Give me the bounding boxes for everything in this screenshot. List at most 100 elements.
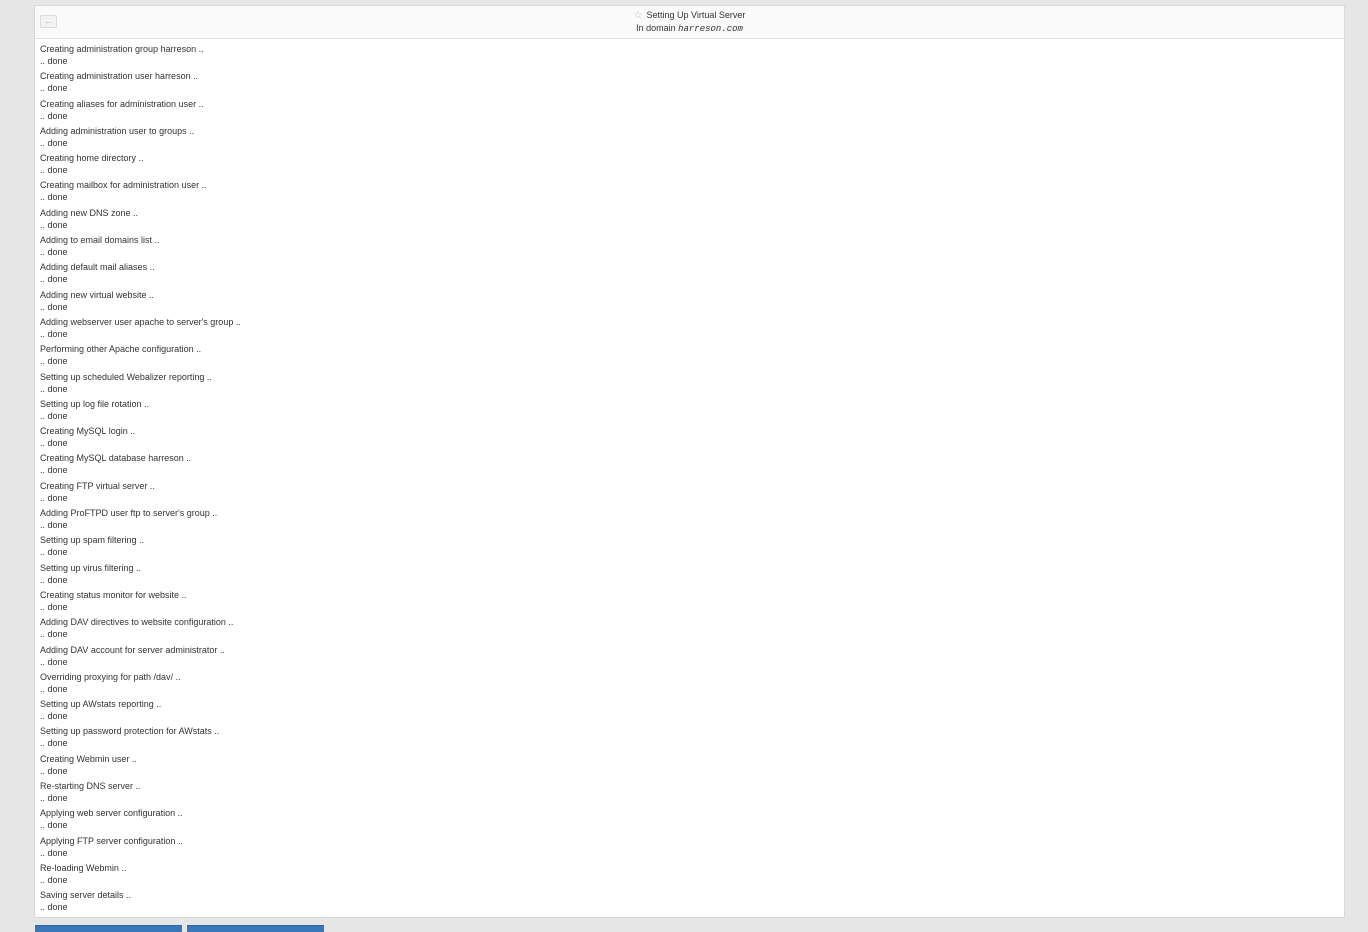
log-entry: Adding webserver user apache to server's… xyxy=(40,316,1339,343)
log-status-text: .. done xyxy=(40,110,68,121)
log-action-text: Performing other Apache configuration .. xyxy=(40,344,202,355)
log-entry: Creating home directory .... done xyxy=(40,152,1339,179)
log-entry: Creating MySQL login .... done xyxy=(40,425,1339,452)
log-entry: Setting up virus filtering .... done xyxy=(40,562,1339,589)
log-status-text: .. done xyxy=(40,438,68,449)
log-status-text: .. done xyxy=(40,765,68,776)
log-action-text: Re-loading Webmin .. xyxy=(40,862,127,873)
log-entry: Applying web server configuration .... d… xyxy=(40,807,1339,834)
log-action-text: Adding administration user to groups .. xyxy=(40,125,195,136)
log-entry: Setting up AWstats reporting .... done xyxy=(40,698,1339,725)
log-action-text: Setting up AWstats reporting .. xyxy=(40,699,162,710)
log-entry: Adding DAV directives to website configu… xyxy=(40,616,1339,643)
title-block: ☆ Setting Up Virtual Server In domain har… xyxy=(35,9,1344,35)
log-status-text: .. done xyxy=(40,328,68,339)
log-entry: Creating administration group harreson .… xyxy=(40,43,1339,70)
star-icon[interactable]: ☆ xyxy=(634,10,643,21)
log-entry: Performing other Apache configuration ..… xyxy=(40,343,1339,370)
log-action-text: Re-starting DNS server .. xyxy=(40,781,141,792)
log-entry: Setting up spam filtering .... done xyxy=(40,534,1339,561)
log-action-text: Creating Webmin user .. xyxy=(40,753,137,764)
log-status-text: .. done xyxy=(40,629,68,640)
log-action-text: Applying web server configuration .. xyxy=(40,808,183,819)
log-status-text: .. done xyxy=(40,83,68,94)
log-status-text: .. done xyxy=(40,547,68,558)
log-action-text: Adding DAV account for server administra… xyxy=(40,644,225,655)
log-action-text: Adding to email domains list .. xyxy=(40,235,160,246)
log-action-text: Creating MySQL login .. xyxy=(40,426,136,437)
log-entry: Adding default mail aliases .... done xyxy=(40,261,1339,288)
content-panel: ← ☆ Setting Up Virtual Server In domain h… xyxy=(34,5,1345,918)
log-entry: Adding to email domains list .... done xyxy=(40,234,1339,261)
log-status-text: .. done xyxy=(40,656,68,667)
log-status-text: .. done xyxy=(40,902,68,913)
log-status-text: .. done xyxy=(40,301,68,312)
log-action-text: Creating home directory .. xyxy=(40,153,144,164)
log-status-text: .. done xyxy=(40,711,68,722)
log-status-text: .. done xyxy=(40,683,68,694)
log-action-text: Creating status monitor for website .. xyxy=(40,589,187,600)
log-action-text: Saving server details .. xyxy=(40,890,132,901)
log-status-text: .. done xyxy=(40,738,68,749)
log-action-text: Setting up virus filtering .. xyxy=(40,562,142,573)
log-status-text: .. done xyxy=(40,847,68,858)
progress-log: Creating administration group harreson .… xyxy=(40,43,1339,917)
log-entry: Saving server details .... done xyxy=(40,889,1339,916)
log-status-text: .. done xyxy=(40,274,68,285)
log-action-text: Setting up spam filtering .. xyxy=(40,535,145,546)
log-entry: Creating MySQL database harreson .... do… xyxy=(40,452,1339,479)
log-entry: Adding administration user to groups ...… xyxy=(40,125,1339,152)
log-action-text: Adding default mail aliases .. xyxy=(40,262,155,273)
log-status-text: .. done xyxy=(40,192,68,203)
log-action-text: Adding webserver user apache to server's… xyxy=(40,316,241,327)
log-status-text: .. done xyxy=(40,219,68,230)
log-action-text: Creating administration group harreson .… xyxy=(40,44,204,54)
log-action-text: Setting up scheduled Webalizer reporting… xyxy=(40,371,212,382)
log-entry: Overriding proxying for path /dav/ .... … xyxy=(40,671,1339,698)
page-title: Setting Up Virtual Server xyxy=(646,10,746,20)
subtitle-prefix: In domain xyxy=(636,23,676,33)
log-action-text: Adding new virtual website .. xyxy=(40,289,155,300)
log-entry: Adding ProFTPD user ftp to server's grou… xyxy=(40,507,1339,534)
log-action-text: Creating aliases for administration user… xyxy=(40,98,204,109)
log-status-text: .. done xyxy=(40,601,68,612)
log-action-text: Creating MySQL database harreson .. xyxy=(40,453,192,464)
log-action-text: Creating FTP virtual server .. xyxy=(40,480,155,491)
log-action-text: Applying FTP server configuration .. xyxy=(40,835,183,846)
log-action-text: Creating mailbox for administration user… xyxy=(40,180,207,191)
log-status-text: .. done xyxy=(40,165,68,176)
log-action-text: Adding DAV directives to website configu… xyxy=(40,617,234,628)
log-status-text: .. done xyxy=(40,793,68,804)
log-status-text: .. done xyxy=(40,492,68,503)
log-entry: Creating aliases for administration user… xyxy=(40,98,1339,125)
domain-name: harreson.com xyxy=(678,24,743,34)
log-entry: Adding DAV account for server administra… xyxy=(40,644,1339,671)
log-status-text: .. done xyxy=(40,356,68,367)
log-entry: Re-starting DNS server .... done xyxy=(40,780,1339,807)
log-action-text: Setting up password protection for AWsta… xyxy=(40,726,220,737)
log-entry: Setting up scheduled Webalizer reporting… xyxy=(40,371,1339,398)
log-action-text: Adding new DNS zone .. xyxy=(40,207,139,218)
log-entry: Creating administration user harreson ..… xyxy=(40,70,1339,97)
log-status-text: .. done xyxy=(40,56,68,66)
log-status-text: .. done xyxy=(40,465,68,476)
log-status-text: .. done xyxy=(40,137,68,148)
log-status-text: .. done xyxy=(40,247,68,258)
page-subtitle: In domain harreson.com xyxy=(35,22,1344,35)
log-entry: Creating status monitor for website ....… xyxy=(40,589,1339,616)
log-entry: Adding new virtual website .... done xyxy=(40,289,1339,316)
log-status-text: .. done xyxy=(40,874,68,885)
log-action-text: Creating administration user harreson .. xyxy=(40,71,199,82)
page-header: ← ☆ Setting Up Virtual Server In domain h… xyxy=(35,6,1344,39)
log-status-text: .. done xyxy=(40,520,68,531)
log-entry: Creating Webmin user .... done xyxy=(40,753,1339,780)
log-status-text: .. done xyxy=(40,383,68,394)
log-action-text: Setting up log file rotation .. xyxy=(40,398,150,409)
log-entry: Setting up log file rotation .... done xyxy=(40,398,1339,425)
log-action-text: Overriding proxying for path /dav/ .. xyxy=(40,671,181,682)
log-action-text: Adding ProFTPD user ftp to server's grou… xyxy=(40,508,218,519)
log-status-text: .. done xyxy=(40,574,68,585)
log-entry: Applying FTP server configuration .... d… xyxy=(40,835,1339,862)
log-status-text: .. done xyxy=(40,820,68,831)
log-entry: Setting up password protection for AWsta… xyxy=(40,725,1339,752)
